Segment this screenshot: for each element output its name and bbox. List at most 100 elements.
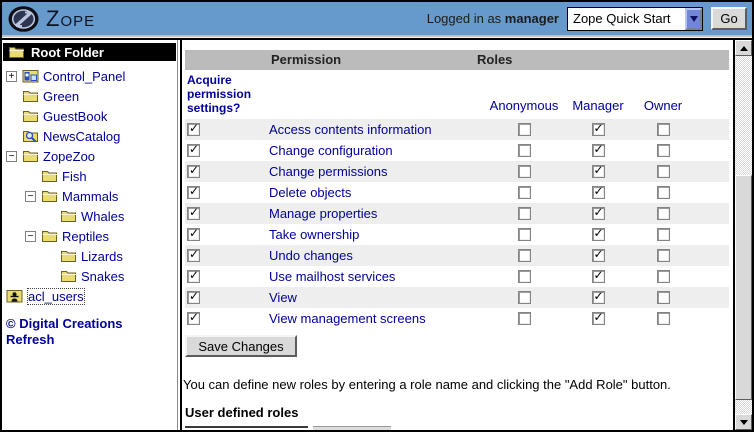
- roles-help-text: You can define new roles by entering a r…: [183, 377, 671, 392]
- manager-checkbox[interactable]: [592, 186, 605, 199]
- scrollbar-down-button[interactable]: [735, 414, 752, 430]
- scrollbar-thumb[interactable]: [735, 175, 752, 400]
- role-header-owner[interactable]: Owner: [644, 98, 682, 119]
- owner-checkbox[interactable]: [657, 249, 670, 262]
- anonymous-checkbox[interactable]: [518, 228, 531, 241]
- folder-icon: [41, 169, 58, 183]
- anonymous-checkbox[interactable]: [518, 312, 531, 325]
- owner-checkbox[interactable]: [657, 270, 670, 283]
- manager-checkbox[interactable]: [592, 207, 605, 220]
- sidebar-item-label[interactable]: Snakes: [81, 269, 124, 284]
- acquire-checkbox[interactable]: [187, 249, 200, 262]
- sidebar-item-lizards[interactable]: Lizards: [44, 246, 123, 266]
- owner-checkbox[interactable]: [657, 228, 670, 241]
- select-dropdown-button[interactable]: [685, 8, 702, 30]
- sidebar-item-label[interactable]: Fish: [62, 169, 87, 184]
- folder-icon: [22, 109, 39, 123]
- sidebar-item-label[interactable]: acl_users: [27, 288, 85, 305]
- permission-link[interactable]: Change permissions: [269, 164, 388, 179]
- sidebar-item-label[interactable]: Control_Panel: [43, 69, 125, 84]
- acquire-permission-settings-link[interactable]: Acquire permission settings?: [187, 73, 261, 115]
- table-row: Delete objects: [185, 182, 729, 203]
- permission-link[interactable]: View: [269, 290, 297, 305]
- sidebar-item-whales[interactable]: Whales: [44, 206, 124, 226]
- anonymous-checkbox[interactable]: [518, 186, 531, 199]
- sidebar-item-fish[interactable]: Fish: [25, 166, 87, 186]
- sidebar-item-control-panel[interactable]: + Control_Panel: [6, 66, 125, 86]
- manager-checkbox[interactable]: [592, 270, 605, 283]
- anonymous-checkbox[interactable]: [518, 144, 531, 157]
- sidebar-item-root-folder[interactable]: Root Folder: [3, 43, 176, 61]
- save-changes-button[interactable]: Save Changes: [185, 335, 297, 357]
- sidebar-item-mammals[interactable]: − Mammals: [25, 186, 118, 206]
- acquire-checkbox[interactable]: [187, 123, 200, 136]
- add-role-button[interactable]: [313, 426, 391, 430]
- manager-checkbox[interactable]: [592, 291, 605, 304]
- table-row: Undo changes: [185, 245, 729, 266]
- collapse-icon[interactable]: −: [25, 231, 36, 242]
- collapse-icon[interactable]: −: [25, 191, 36, 202]
- manager-checkbox[interactable]: [592, 123, 605, 136]
- permission-link[interactable]: Change configuration: [269, 143, 393, 158]
- collapse-icon[interactable]: −: [6, 151, 17, 162]
- sidebar-item-reptiles[interactable]: − Reptiles: [25, 226, 109, 246]
- anonymous-checkbox[interactable]: [518, 123, 531, 136]
- owner-checkbox[interactable]: [657, 186, 670, 199]
- role-header-manager[interactable]: Manager: [572, 98, 623, 119]
- sidebar-item-label[interactable]: Reptiles: [62, 229, 109, 244]
- sidebar-item-label[interactable]: Whales: [81, 209, 124, 224]
- sidebar-item-newscatalog[interactable]: NewsCatalog: [6, 126, 120, 146]
- expand-icon[interactable]: +: [6, 71, 17, 82]
- quick-start-select[interactable]: Zope Quick Start: [567, 7, 703, 31]
- vertical-scrollbar[interactable]: [735, 40, 752, 430]
- acquire-checkbox[interactable]: [187, 270, 200, 283]
- permission-link[interactable]: View management screens: [269, 311, 426, 326]
- anonymous-checkbox[interactable]: [518, 165, 531, 178]
- sidebar-item-acl-users[interactable]: acl_users: [6, 286, 85, 306]
- anonymous-checkbox[interactable]: [518, 270, 531, 283]
- owner-checkbox[interactable]: [657, 123, 670, 136]
- permission-link[interactable]: Delete objects: [269, 185, 351, 200]
- permission-link[interactable]: Manage properties: [269, 206, 377, 221]
- owner-checkbox[interactable]: [657, 207, 670, 220]
- sidebar-item-label[interactable]: Lizards: [81, 249, 123, 264]
- role-header-anonymous[interactable]: Anonymous: [490, 98, 559, 119]
- sidebar-item-label[interactable]: NewsCatalog: [43, 129, 120, 144]
- owner-checkbox[interactable]: [657, 291, 670, 304]
- acquire-checkbox[interactable]: [187, 165, 200, 178]
- acquire-checkbox[interactable]: [187, 291, 200, 304]
- acquire-checkbox[interactable]: [187, 228, 200, 241]
- role-name-input[interactable]: [185, 426, 308, 430]
- acquire-checkbox[interactable]: [187, 207, 200, 220]
- manager-checkbox[interactable]: [592, 228, 605, 241]
- sidebar-item-green[interactable]: Green: [6, 86, 79, 106]
- anonymous-checkbox[interactable]: [518, 249, 531, 262]
- sidebar-item-zopezoo[interactable]: − ZopeZoo: [6, 146, 95, 166]
- permission-link[interactable]: Access contents information: [269, 122, 432, 137]
- manager-checkbox[interactable]: [592, 249, 605, 262]
- scrollbar-up-button[interactable]: [735, 40, 752, 56]
- permission-link[interactable]: Use mailhost services: [269, 269, 395, 284]
- manager-checkbox[interactable]: [592, 144, 605, 157]
- acquire-checkbox[interactable]: [187, 312, 200, 325]
- copyright-link[interactable]: © Digital Creations: [6, 316, 123, 331]
- sidebar-item-label[interactable]: Mammals: [62, 189, 118, 204]
- sidebar-item-guestbook[interactable]: GuestBook: [6, 106, 107, 126]
- sidebar-item-label[interactable]: Green: [43, 89, 79, 104]
- manager-checkbox[interactable]: [592, 165, 605, 178]
- go-button[interactable]: Go: [711, 7, 747, 30]
- anonymous-checkbox[interactable]: [518, 207, 531, 220]
- acquire-checkbox[interactable]: [187, 186, 200, 199]
- manager-checkbox[interactable]: [592, 312, 605, 325]
- refresh-link[interactable]: Refresh: [6, 332, 54, 347]
- sidebar-item-label[interactable]: ZopeZoo: [43, 149, 95, 164]
- permission-link[interactable]: Take ownership: [269, 227, 359, 242]
- owner-checkbox[interactable]: [657, 144, 670, 157]
- sidebar-item-snakes[interactable]: Snakes: [44, 266, 124, 286]
- sidebar-item-label[interactable]: GuestBook: [43, 109, 107, 124]
- acquire-checkbox[interactable]: [187, 144, 200, 157]
- permission-link[interactable]: Undo changes: [269, 248, 353, 263]
- owner-checkbox[interactable]: [657, 312, 670, 325]
- owner-checkbox[interactable]: [657, 165, 670, 178]
- anonymous-checkbox[interactable]: [518, 291, 531, 304]
